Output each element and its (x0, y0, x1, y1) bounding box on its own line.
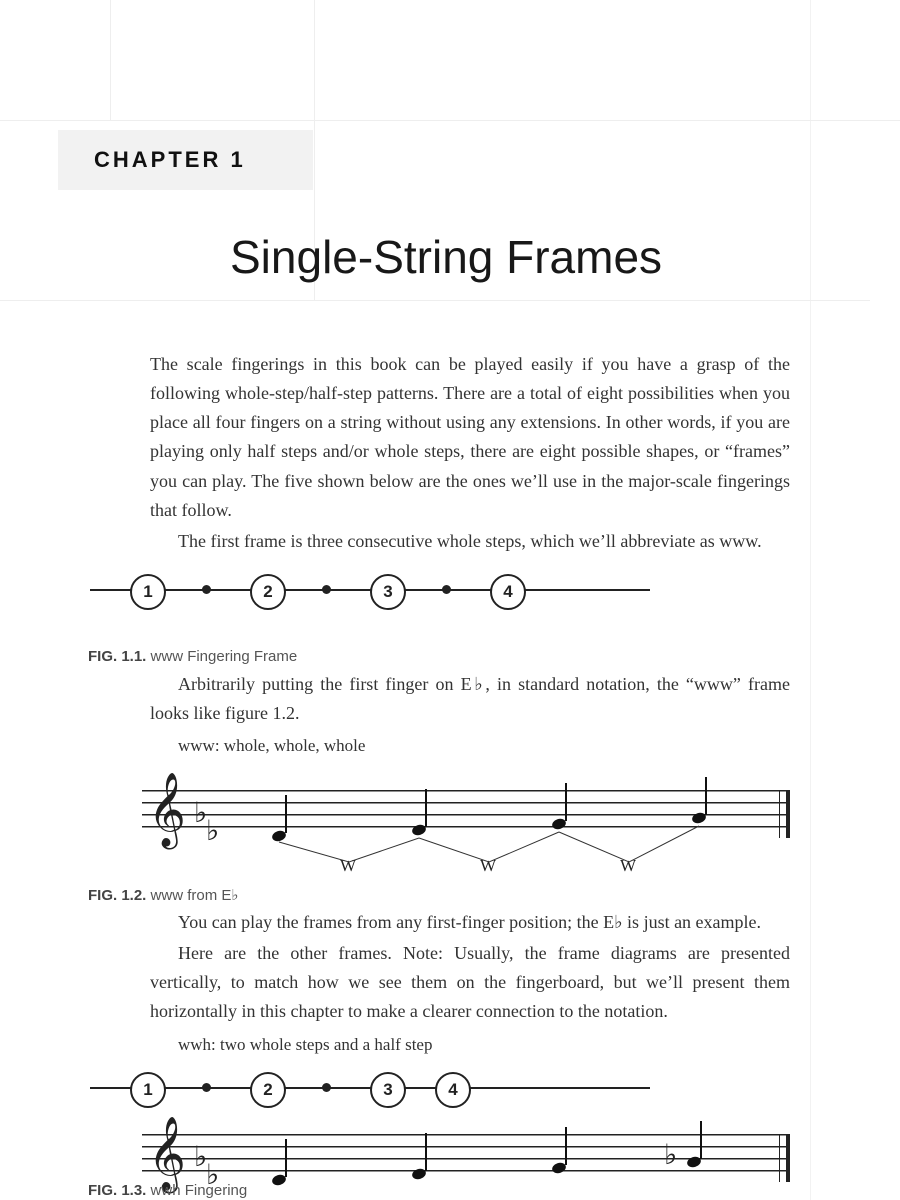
chapter-label: CHAPTER 1 (58, 130, 313, 190)
finger-node: 2 (250, 574, 286, 610)
finger-node: 3 (370, 1072, 406, 1108)
finger-node: 4 (435, 1072, 471, 1108)
finger-node: 3 (370, 574, 406, 610)
frame-label: www: whole, whole, whole (150, 732, 790, 760)
flat-accidental-icon: ♭ (206, 818, 219, 846)
book-page: CHAPTER 1 Single-String Frames The scale… (0, 0, 900, 1200)
paragraph: Here are the other frames. Note: Usually… (150, 939, 790, 1026)
flat-accidental-icon: ♭ (664, 1142, 677, 1170)
fret-dot (322, 1083, 331, 1092)
body-column: The scale fingerings in this book can be… (150, 350, 790, 614)
treble-clef-icon: 𝄞 (148, 1122, 186, 1186)
interval-label: W (620, 856, 636, 876)
paragraph: Arbitrarily putting the first finger on … (150, 670, 790, 728)
fret-dot (202, 1083, 211, 1092)
music-staff: 𝄞 ♭ ♭ W W W (142, 770, 790, 858)
finger-node: 1 (130, 1072, 166, 1108)
interval-label: W (340, 856, 356, 876)
fret-dot (202, 585, 211, 594)
grid-line (0, 300, 870, 301)
frame-label: wwh: two whole steps and a half step (150, 1031, 790, 1059)
music-staff: 𝄞 ♭ ♭ ♭ (142, 1114, 790, 1186)
finger-node: 1 (130, 574, 166, 610)
fret-dot (442, 585, 451, 594)
fingering-frame-www: 1 2 3 4 (90, 570, 650, 610)
figure-caption: FIG. 1.2. www from E♭ (88, 886, 238, 904)
figure-caption: FIG. 1.3. wwh Fingering (88, 1182, 247, 1199)
grid-line (0, 120, 900, 121)
paragraph: The scale fingerings in this book can be… (150, 350, 790, 525)
finger-node: 2 (250, 1072, 286, 1108)
figure-caption: FIG. 1.1. www Fingering Frame (88, 648, 297, 665)
treble-clef-icon: 𝄞 (148, 778, 186, 842)
chapter-title: Single-String Frames (230, 230, 662, 284)
grid-line (810, 0, 811, 1200)
paragraph: The first frame is three consecutive who… (150, 527, 790, 556)
fret-dot (322, 585, 331, 594)
finger-node: 4 (490, 574, 526, 610)
fingering-frame-wwh: 1 2 3 4 (90, 1068, 650, 1108)
paragraph: You can play the frames from any first-f… (150, 908, 790, 937)
grid-line (110, 0, 111, 120)
interval-label: W (480, 856, 496, 876)
